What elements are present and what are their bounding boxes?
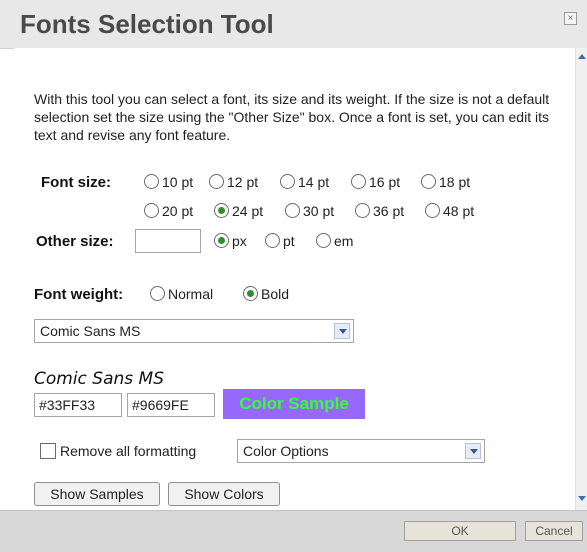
radio-icon[interactable] xyxy=(285,203,300,218)
unit-option-em[interactable]: em xyxy=(316,233,353,249)
font-weight-option-bold[interactable]: Bold xyxy=(243,286,289,302)
radio-icon[interactable] xyxy=(355,203,370,218)
radio-icon[interactable] xyxy=(280,174,295,189)
font-size-option-24[interactable]: 24 pt xyxy=(214,203,263,219)
radio-icon[interactable] xyxy=(421,174,436,189)
remove-formatting-label: Remove all formatting xyxy=(60,443,197,459)
radio-checked-icon[interactable] xyxy=(214,233,229,248)
other-size-input[interactable] xyxy=(135,229,201,253)
font-family-select[interactable]: Comic Sans MS xyxy=(34,319,354,343)
chevron-down-icon[interactable] xyxy=(465,443,481,459)
font-size-option-18[interactable]: 18 pt xyxy=(421,174,470,190)
font-size-option-20[interactable]: 20 pt xyxy=(144,203,193,219)
title-bar: Fonts Selection Tool × xyxy=(0,0,587,49)
font-size-option-16[interactable]: 16 pt xyxy=(351,174,400,190)
radio-checked-icon[interactable] xyxy=(243,286,258,301)
radio-icon[interactable] xyxy=(150,286,165,301)
dialog-content: With this tool you can select a font, it… xyxy=(14,48,575,510)
vertical-scrollbar[interactable] xyxy=(575,48,587,510)
color-options-select[interactable]: Color Options xyxy=(237,439,485,463)
color-sample: Color Sample xyxy=(223,389,365,419)
radio-icon[interactable] xyxy=(316,233,331,248)
window-title: Fonts Selection Tool xyxy=(20,9,274,39)
radio-icon[interactable] xyxy=(265,233,280,248)
font-size-option-12[interactable]: 12 pt xyxy=(209,174,258,190)
dialog-footer: OK Cancel xyxy=(0,510,587,552)
unit-option-px[interactable]: px xyxy=(214,233,247,249)
intro-text: With this tool you can select a font, it… xyxy=(34,91,550,143)
scroll-up-arrow-icon[interactable] xyxy=(578,54,586,59)
font-size-option-30[interactable]: 30 pt xyxy=(285,203,334,219)
remove-formatting-checkbox[interactable] xyxy=(40,443,56,459)
font-size-option-36[interactable]: 36 pt xyxy=(355,203,404,219)
cancel-button[interactable]: Cancel xyxy=(525,521,583,541)
background-color-input[interactable] xyxy=(127,393,215,417)
font-size-option-10[interactable]: 10 pt xyxy=(144,174,193,190)
font-size-label: Font size: xyxy=(41,174,111,191)
font-weight-label: Font weight: xyxy=(34,286,124,303)
radio-icon[interactable] xyxy=(144,203,159,218)
radio-checked-icon[interactable] xyxy=(214,203,229,218)
chevron-down-icon[interactable] xyxy=(334,323,350,339)
font-preview-name: Comic Sans MS xyxy=(34,369,165,389)
unit-option-pt[interactable]: pt xyxy=(265,233,295,249)
font-size-option-14[interactable]: 14 pt xyxy=(280,174,329,190)
font-size-option-48[interactable]: 48 pt xyxy=(425,203,474,219)
radio-icon[interactable] xyxy=(209,174,224,189)
close-icon[interactable]: × xyxy=(564,12,577,25)
radio-icon[interactable] xyxy=(144,174,159,189)
show-colors-button[interactable]: Show Colors xyxy=(168,482,280,506)
font-weight-option-normal[interactable]: Normal xyxy=(150,286,213,302)
ok-button[interactable]: OK xyxy=(404,521,516,541)
other-size-label: Other size: xyxy=(36,233,114,250)
foreground-color-input[interactable] xyxy=(34,393,122,417)
scroll-down-arrow-icon[interactable] xyxy=(578,496,586,501)
radio-icon[interactable] xyxy=(351,174,366,189)
show-samples-button[interactable]: Show Samples xyxy=(34,482,160,506)
radio-icon[interactable] xyxy=(425,203,440,218)
